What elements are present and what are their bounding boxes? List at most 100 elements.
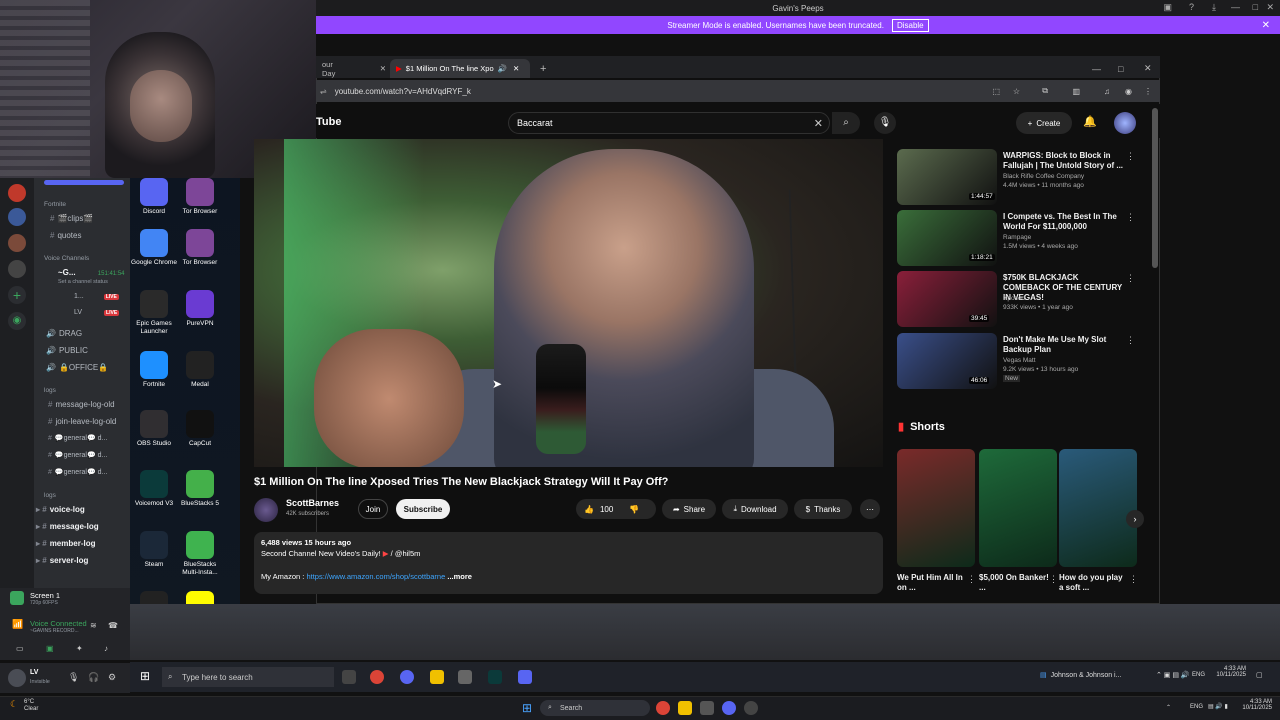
avatar[interactable] <box>8 669 26 687</box>
taskbar-search-input[interactable]: ⌕ Type here to search <box>162 667 334 687</box>
network-volume-icons[interactable]: ▤ 🔊 ▮ <box>1208 703 1228 710</box>
language-indicator[interactable]: ENG <box>1190 704 1203 710</box>
desktop-icon[interactable]: Steam <box>130 531 178 569</box>
share-button[interactable]: ➦ Share <box>662 499 716 519</box>
inbox-icon[interactable]: ▣ <box>1163 2 1172 13</box>
weather-icon[interactable]: ☾ <box>10 699 18 710</box>
voice-member[interactable]: LV LIVE <box>74 309 120 316</box>
server-icon[interactable] <box>8 184 26 202</box>
category-logs-2[interactable]: logs <box>44 492 56 499</box>
headphones-icon[interactable]: 🎧 <box>88 672 99 683</box>
windows-start-icon[interactable]: ⊞ <box>522 701 532 715</box>
install-icon[interactable]: ⬚ <box>992 87 1000 96</box>
more-options-icon[interactable]: ⋮ <box>1126 212 1135 223</box>
screen-icon[interactable]: ▣ <box>46 644 54 653</box>
more-options-icon[interactable]: ⋮ <box>1129 574 1138 585</box>
desktop-icon[interactable]: Voicemod V3 <box>130 470 178 508</box>
voice-channel-public[interactable]: 🔊 PUBLIC <box>46 346 88 355</box>
rec-channel[interactable]: Vegas Matt <box>1003 357 1036 364</box>
voice-channel-office[interactable]: 🔊 🔒OFFICE🔒 <box>46 363 108 372</box>
add-server-icon[interactable]: + <box>8 286 26 304</box>
video-player[interactable]: ➤ <box>254 139 883 467</box>
disable-button[interactable]: Disable <box>891 18 929 32</box>
minimize-icon[interactable]: — <box>1086 59 1101 78</box>
chrome-icon[interactable] <box>656 701 670 715</box>
chrome-icon[interactable] <box>370 670 384 684</box>
create-button[interactable]: + Create <box>1016 112 1072 134</box>
noise-icon[interactable]: ≋ <box>90 621 97 630</box>
clear-search-icon[interactable]: ✕ <box>814 117 823 130</box>
channel-general[interactable]: # 💬general💬 d... <box>48 468 107 476</box>
rec-channel[interactable]: Xposed <box>1003 295 1025 302</box>
discord-icon[interactable] <box>722 701 736 715</box>
disconnect-icon[interactable]: ☎ <box>108 621 118 630</box>
desktop-icon[interactable]: Tor Browser <box>176 229 224 267</box>
short-title[interactable]: We Put Him All In on ... <box>897 573 967 593</box>
desktop-icon[interactable]: BlueStacks 5 <box>176 470 224 508</box>
folder-voice-log[interactable]: ▸ # voice-log <box>36 505 85 514</box>
channel-general[interactable]: # 💬general💬 d... <box>48 451 107 459</box>
maximize-icon[interactable]: □ <box>1253 2 1258 12</box>
download-button[interactable]: ⤓ Download <box>722 499 788 519</box>
app-icon[interactable] <box>458 670 472 684</box>
handle-link[interactable]: / @hil5m <box>391 549 421 558</box>
search-icon[interactable]: ⌕ <box>832 112 860 134</box>
folder-message-log[interactable]: ▸ # message-log <box>36 522 99 531</box>
close-icon[interactable]: ✕ <box>1138 59 1152 78</box>
extensions-icon[interactable]: ⧉ <box>1042 86 1048 96</box>
site-info-icon[interactable]: ⇌ <box>320 87 327 96</box>
desktop-icon[interactable]: Medal <box>176 351 224 389</box>
discover-icon[interactable]: ◉ <box>8 312 26 330</box>
tray-icons[interactable]: ⌃ <box>1166 704 1171 711</box>
close-icon[interactable]: ✕ <box>1266 2 1274 13</box>
channel-clips[interactable]: # 🎬clips🎬 <box>50 214 93 223</box>
desktop-icon[interactable]: OBS Studio <box>130 410 178 448</box>
short-thumbnail[interactable] <box>1059 449 1137 567</box>
banner-close-icon[interactable]: ✕ <box>1262 20 1270 31</box>
more-actions-icon[interactable]: ⋯ <box>860 499 880 519</box>
help-icon[interactable]: ? <box>1189 2 1194 12</box>
url-text[interactable]: youtube.com/watch?v=AHdVqdRYF_k <box>335 87 471 96</box>
desktop-icon[interactable]: Discord <box>130 178 178 216</box>
more-link[interactable]: ...more <box>447 572 472 581</box>
tab-close-icon[interactable]: ✕ <box>380 64 386 73</box>
category-fortnite[interactable]: Fortnite <box>44 201 66 208</box>
short-title[interactable]: How do you play a soft ... <box>1059 573 1129 593</box>
channel-status[interactable]: Set a channel status <box>58 279 108 285</box>
channel-name[interactable]: ScottBarnes <box>286 498 339 508</box>
profile-icon[interactable]: ◉ <box>1125 87 1132 96</box>
media-icon[interactable]: ♫ <box>1104 87 1110 96</box>
desktop-icon[interactable]: Fortnite <box>130 351 178 389</box>
activity-icon[interactable]: ✦ <box>76 644 83 653</box>
recommended-video[interactable]: 1:44:57 WARPIGS: Block to Block in Falluj… <box>897 149 1137 207</box>
bookmark-star-icon[interactable]: ☆ <box>1013 87 1020 96</box>
voicemod-icon[interactable] <box>488 670 502 684</box>
desktop-icon[interactable]: PureVPN <box>176 290 224 328</box>
voice-user-current[interactable]: ~G... 151:41:54 <box>58 268 125 277</box>
more-options-icon[interactable]: ⋮ <box>1126 151 1135 162</box>
speaker-icon[interactable]: 🔊 <box>498 64 507 73</box>
server-icon[interactable] <box>8 260 26 278</box>
sidepanel-icon[interactable]: ▥ <box>1072 87 1080 96</box>
search-input[interactable]: Baccarat ✕ <box>508 112 830 134</box>
avatar[interactable] <box>1114 112 1136 134</box>
file-explorer-icon[interactable] <box>678 701 692 715</box>
new-tab-icon[interactable]: + <box>534 59 554 78</box>
subscribe-button[interactable]: Subscribe <box>396 499 450 519</box>
rec-channel[interactable]: Black Rifle Coffee Company <box>1003 173 1084 180</box>
settings-icon[interactable]: ⚙ <box>108 672 116 683</box>
voice-search-icon[interactable]: 🎙 <box>874 112 896 134</box>
soundboard-icon[interactable]: ♪ <box>104 644 108 653</box>
next-shorts-icon[interactable]: › <box>1126 510 1144 528</box>
channel-join-leave-log-old[interactable]: # join-leave-log-old <box>48 417 116 426</box>
channel-message-log-old[interactable]: # message-log-old <box>48 400 115 409</box>
channel-quotes[interactable]: # quotes <box>50 231 81 240</box>
file-explorer-icon[interactable] <box>430 670 444 684</box>
news-widget[interactable]: ▤ Johnson & Johnson i... <box>1040 671 1121 679</box>
amazon-link[interactable]: https://www.amazon.com/shop/scottbarne <box>306 572 445 581</box>
clock[interactable]: 4:33 AM 10/11/2025 <box>1214 666 1246 678</box>
tab-close-icon[interactable]: ✕ <box>513 64 519 73</box>
notifications-icon[interactable]: 🔔 <box>1083 115 1097 128</box>
thumbs-down-icon[interactable]: 👎 <box>629 505 639 514</box>
app-icon[interactable] <box>700 701 714 715</box>
